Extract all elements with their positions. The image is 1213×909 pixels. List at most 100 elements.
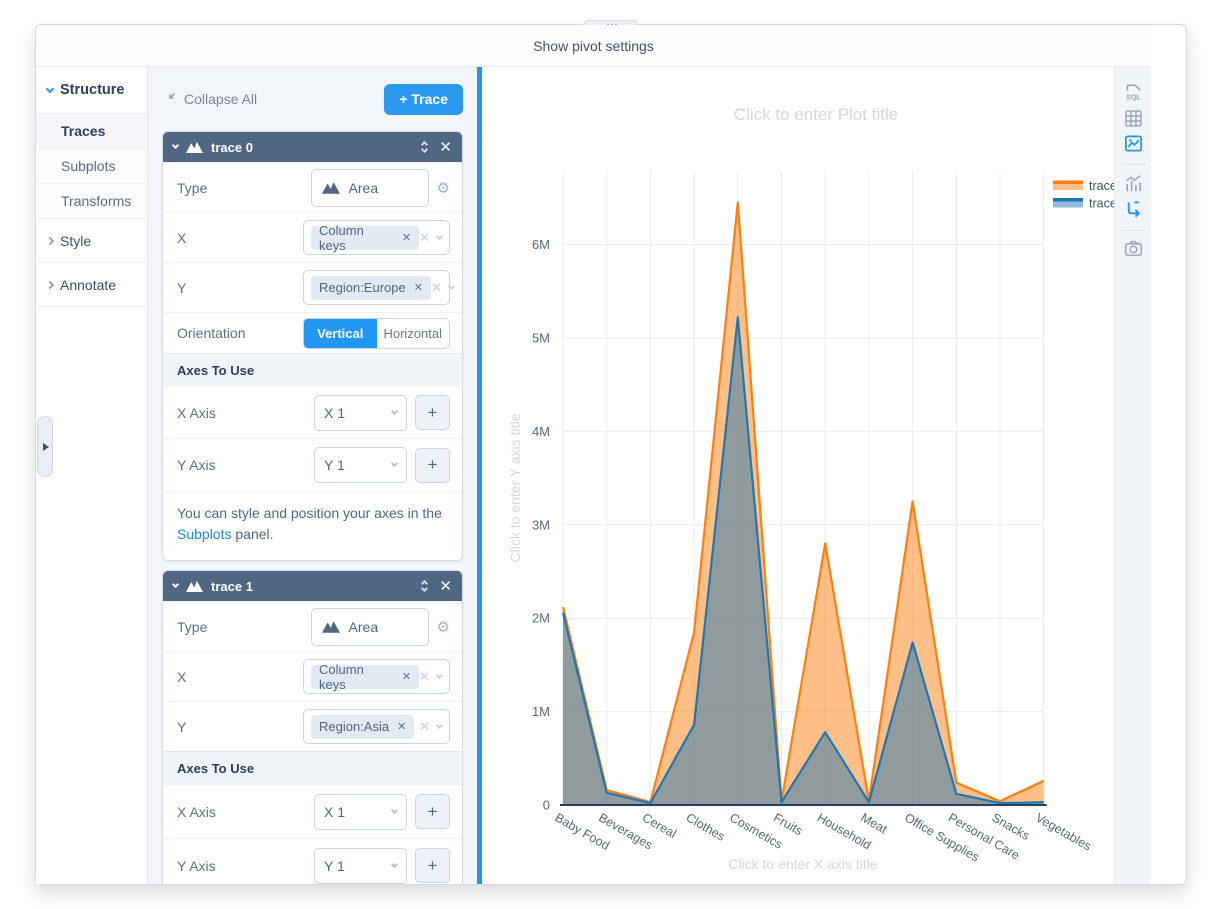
plot-title-placeholder[interactable]: Click to enter Plot title: [734, 105, 898, 124]
sidebar-item-subplots[interactable]: Subplots: [36, 149, 147, 184]
trace-1-card: trace 1 ✕ Type Area ⚙: [162, 570, 463, 884]
trace-title: trace 1: [211, 579, 253, 594]
remove-chip-icon[interactable]: ✕: [402, 670, 411, 683]
trace-type-value: Area: [349, 180, 379, 196]
sidebar-section-structure[interactable]: Structure: [36, 67, 147, 114]
clear-icon[interactable]: ✕: [419, 720, 430, 733]
field-label: Y: [177, 719, 186, 735]
y-axis-dropdown[interactable]: Y 1: [314, 848, 407, 884]
remove-chip-icon[interactable]: ✕: [402, 231, 411, 244]
selected-chip: Region:Asia ✕: [311, 715, 414, 739]
reorder-trace-icon[interactable]: [422, 142, 427, 152]
note-suffix: panel.: [231, 526, 273, 542]
trace-0-header[interactable]: trace 0 ✕: [163, 132, 462, 162]
orientation-vertical-button[interactable]: Vertical: [304, 319, 377, 348]
trace-type-selector[interactable]: Area: [311, 169, 429, 207]
plot-area[interactable]: 01M2M3M4M5M6MBaby FoodBeveragesCerealClo…: [482, 67, 1114, 884]
y-data-selector[interactable]: Region:Asia ✕ ✕: [303, 709, 450, 744]
chevron-down-icon[interactable]: [448, 282, 455, 289]
y-axis-dropdown[interactable]: Y 1: [314, 447, 407, 483]
chart-view-icon[interactable]: [1123, 133, 1144, 154]
table-view-icon[interactable]: [1123, 108, 1144, 129]
add-x-axis-button[interactable]: +: [415, 794, 450, 829]
x-data-selector[interactable]: Column keys ✕ ✕: [303, 659, 450, 694]
axes-to-use-header: Axes To Use: [163, 353, 462, 386]
x-axis-row: X Axis X 1 +: [163, 784, 462, 838]
subplots-link[interactable]: Subplots: [177, 526, 231, 542]
clear-icon[interactable]: ✕: [419, 670, 430, 683]
gear-icon[interactable]: ⚙: [437, 179, 450, 197]
orientation-horizontal-button[interactable]: Horizontal: [377, 319, 450, 348]
sidebar-item-label: Traces: [61, 123, 105, 139]
chevron-down-icon: [391, 806, 398, 813]
close-icon[interactable]: ✕: [439, 579, 452, 594]
add-y-axis-button[interactable]: +: [415, 448, 450, 483]
selected-chip: Column keys ✕: [311, 226, 419, 250]
add-y-axis-button[interactable]: +: [415, 848, 450, 883]
chevron-down-icon: [172, 142, 179, 149]
sql-export-icon[interactable]: SQL: [1123, 82, 1144, 103]
y-axis-title-placeholder[interactable]: Click to enter Y axis title: [507, 413, 523, 562]
series-trace-1[interactable]: [563, 203, 1044, 805]
chevron-right-icon: [46, 236, 54, 244]
field-label: Y: [177, 280, 186, 296]
app-window: Show pivot settings Structure Traces Sub…: [35, 24, 1187, 885]
y-data-selector[interactable]: Region:Europe ✕ ✕: [303, 270, 450, 305]
remove-chip-icon[interactable]: ✕: [414, 281, 423, 294]
dropdown-value: X 1: [324, 405, 345, 421]
field-label: X Axis: [177, 405, 216, 421]
x-data-selector[interactable]: Column keys ✕ ✕: [303, 220, 450, 255]
combo-chart-icon[interactable]: [1123, 173, 1144, 194]
sidebar-item-label: Subplots: [61, 158, 115, 174]
trace-0-card: trace 0 ✕ Type Area ⚙: [162, 131, 463, 561]
show-pivot-settings-link[interactable]: Show pivot settings: [533, 38, 654, 54]
svg-text:Meat: Meat: [858, 810, 890, 836]
add-x-axis-button[interactable]: +: [415, 395, 450, 430]
y-data-row: Y Region:Europe ✕ ✕: [163, 262, 462, 312]
right-toolbar: SQL: [1114, 67, 1151, 884]
chevron-down-icon: [391, 860, 398, 867]
remove-chip-icon[interactable]: ✕: [397, 720, 406, 733]
sidebar-item-traces[interactable]: Traces: [36, 114, 147, 149]
clear-icon[interactable]: ✕: [419, 231, 430, 244]
chevron-down-icon[interactable]: [436, 721, 443, 728]
collapse-all-button[interactable]: Collapse All: [162, 91, 257, 107]
field-label: Orientation: [177, 325, 245, 341]
chevron-down-icon: [391, 407, 398, 414]
gear-icon[interactable]: ⚙: [437, 618, 450, 636]
chip-label: Region:Asia: [319, 719, 389, 734]
trace-settings-panel: Collapse All + Trace trace 0 ✕: [148, 67, 477, 884]
field-label: X Axis: [177, 804, 216, 820]
pivot-icon[interactable]: [1123, 199, 1144, 220]
sidebar-section-label: Structure: [60, 82, 124, 98]
sidebar-expand-handle[interactable]: [37, 416, 53, 477]
trace-type-selector[interactable]: Area: [311, 608, 429, 646]
orientation-row: Orientation Vertical Horizontal: [163, 312, 462, 353]
dropdown-value: Y 1: [324, 457, 345, 473]
add-trace-button[interactable]: + Trace: [384, 84, 463, 115]
plot-canvas[interactable]: 01M2M3M4M5M6MBaby FoodBeveragesCerealClo…: [482, 67, 1151, 886]
close-icon[interactable]: ✕: [439, 140, 452, 155]
x-axis-dropdown[interactable]: X 1: [314, 794, 407, 830]
field-label: Y Axis: [177, 457, 216, 473]
selected-chip: Column keys ✕: [311, 665, 419, 689]
clear-icon[interactable]: ✕: [431, 281, 442, 294]
area-trace-icon: [186, 141, 203, 153]
x-axis-dropdown[interactable]: X 1: [314, 395, 407, 431]
svg-text:Clothes: Clothes: [684, 810, 728, 843]
reorder-trace-icon[interactable]: [422, 581, 427, 591]
trace-1-header[interactable]: trace 1 ✕: [163, 571, 462, 601]
sidebar-section-annotate[interactable]: Annotate: [36, 263, 147, 307]
collapse-icon: [162, 92, 176, 106]
chevron-down-icon[interactable]: [436, 232, 443, 239]
x-axis-title-placeholder[interactable]: Click to enter X axis title: [728, 856, 878, 872]
trace-title: trace 0: [211, 140, 253, 155]
chevron-down-icon[interactable]: [436, 671, 443, 678]
area-trace-icon: [322, 620, 340, 633]
svg-text:5M: 5M: [532, 331, 550, 346]
sidebar-section-style[interactable]: Style: [36, 219, 147, 263]
sidebar-item-transforms[interactable]: Transforms: [36, 184, 147, 219]
chevron-down-icon: [391, 460, 398, 467]
area-trace-icon: [322, 181, 340, 194]
camera-snapshot-icon[interactable]: [1123, 238, 1144, 259]
